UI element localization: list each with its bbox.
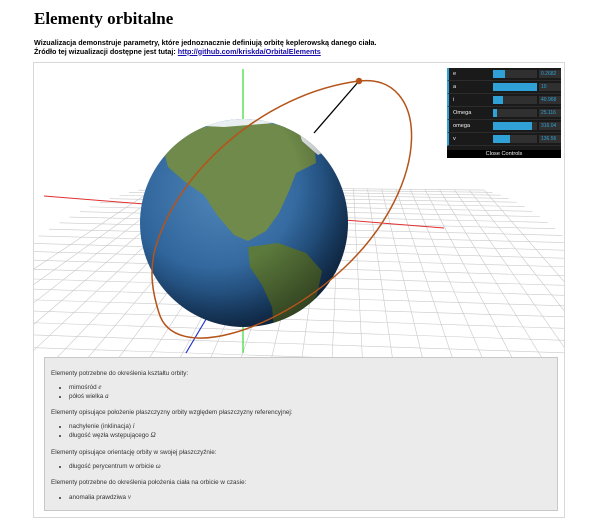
- item-symbol: i: [132, 422, 135, 430]
- control-slider[interactable]: [493, 122, 537, 130]
- item-symbol: Ω: [150, 431, 156, 439]
- shape-list: mimośród e półoś wielka a: [61, 383, 109, 401]
- control-label: a: [453, 84, 457, 90]
- item-symbol: ω: [155, 462, 161, 470]
- grid-line: [34, 322, 564, 341]
- item-text: długość węzła wstępującego: [69, 432, 151, 439]
- intro-source-line: Źródło tej wizualizacji dostępne jest tu…: [34, 46, 377, 57]
- intro-source-prefix: Źródło tej wizualizacji dostępne jest tu…: [34, 46, 178, 56]
- control-slider[interactable]: [493, 109, 537, 117]
- control-slider[interactable]: [493, 83, 537, 91]
- item-symbol: a: [105, 392, 109, 400]
- close-controls-button[interactable]: Close Controls: [447, 150, 561, 158]
- slider-fill: [493, 135, 510, 143]
- position-list: anomalia prawdziwa ν: [61, 493, 131, 502]
- orientation-list: długość perycentrum w orbicie ω: [61, 462, 161, 471]
- item-text: nachylenie (inklinacja): [69, 423, 133, 430]
- item-text: mimośród: [69, 384, 99, 391]
- grid-line: [454, 189, 564, 348]
- source-link[interactable]: http://github.com/kriskda/OrbitalElement…: [178, 47, 321, 56]
- position-heading: Elementy potrzebne do określenia położen…: [51, 479, 247, 486]
- item-symbol: e: [98, 383, 102, 391]
- control-label: Omega: [453, 110, 472, 116]
- control-value-input[interactable]: 40.968: [539, 96, 561, 104]
- item-text: półoś wielka: [69, 393, 106, 400]
- control-row-omega: Omega 25.116: [447, 107, 561, 120]
- controls-rows: e 0.2682 a 10 i 40.968 Omega 25.116 omega 316.04 v…: [447, 68, 561, 146]
- intro-text: Wizualizacja demonstruje parametry, któr…: [34, 38, 377, 57]
- control-value-input[interactable]: 316.04: [539, 122, 561, 130]
- earth-globe: [140, 119, 348, 327]
- list-item: mimośród e: [69, 383, 109, 392]
- item-text: długość perycentrum w orbicie: [69, 463, 156, 470]
- page-title: Elementy orbitalne: [34, 9, 174, 28]
- slider-fill: [493, 96, 504, 104]
- control-slider[interactable]: [493, 70, 537, 78]
- list-item: długość węzła wstępującego Ω: [69, 431, 156, 440]
- info-panel: Elementy potrzebne do określenia kształt…: [44, 357, 558, 511]
- plane-heading: Elementy opisujące położenie płaszczyzny…: [51, 409, 293, 416]
- grid-line: [34, 334, 564, 354]
- plane-list: nachylenie (inklinacja) i długość węzła …: [61, 422, 156, 440]
- control-label: i: [453, 97, 455, 103]
- control-label: omega: [453, 123, 471, 129]
- list-item: długość perycentrum w orbicie ω: [69, 462, 161, 471]
- controls-panel[interactable]: e 0.2682 a 10 i 40.968 Omega 25.116 omega 316.04 v…: [447, 68, 561, 158]
- control-label: e: [453, 71, 457, 77]
- control-value-input[interactable]: 10: [539, 83, 561, 91]
- grid-line: [367, 188, 393, 357]
- item-text: anomalia prawdziwa: [69, 494, 128, 501]
- list-item: anomalia prawdziwa ν: [69, 493, 131, 502]
- control-row-e: e 0.2682: [447, 68, 561, 81]
- control-slider[interactable]: [493, 96, 537, 104]
- shape-heading: Elementy potrzebne do określenia kształt…: [51, 370, 189, 377]
- control-value-input[interactable]: 0.2682: [539, 70, 561, 78]
- slider-fill: [493, 83, 537, 91]
- list-item: półoś wielka a: [69, 392, 109, 401]
- control-row-v: v 136.56: [447, 133, 561, 146]
- control-row-a: a 10: [447, 81, 561, 94]
- visualization-frame: e 0.2682 a 10 i 40.968 Omega 25.116 omega 316.04 v…: [33, 62, 565, 518]
- slider-fill: [493, 122, 532, 130]
- control-row-omega: omega 316.04: [447, 120, 561, 133]
- control-value-input[interactable]: 25.116: [539, 109, 561, 117]
- list-item: nachylenie (inklinacja) i: [69, 422, 156, 431]
- item-symbol: ν: [127, 493, 131, 501]
- orientation-heading: Elementy opisujące orientację orbity w s…: [51, 449, 217, 456]
- slider-fill: [493, 70, 505, 78]
- control-label: v: [453, 136, 456, 142]
- slider-fill: [493, 109, 498, 117]
- control-row-i: i 40.968: [447, 94, 561, 107]
- control-slider[interactable]: [493, 135, 537, 143]
- grid-line: [353, 188, 363, 357]
- orbiting-body: [355, 77, 363, 85]
- control-value-input[interactable]: 136.56: [539, 135, 561, 143]
